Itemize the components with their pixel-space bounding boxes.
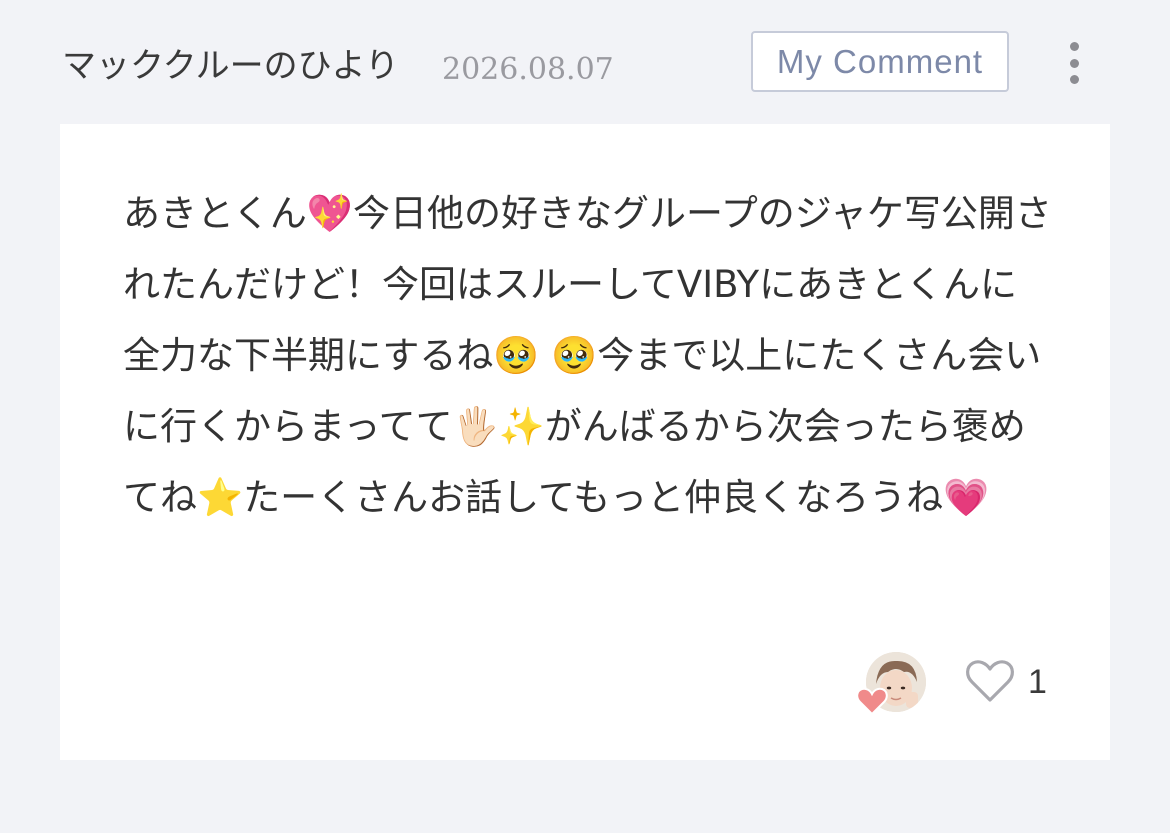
more-dot-icon (1069, 42, 1079, 51)
username[interactable]: マッククルーのひより (62, 42, 399, 90)
post-date: 2026.08.07 (442, 52, 614, 87)
more-dot-icon (1069, 75, 1079, 84)
comment-footer: 1 (60, 644, 1110, 734)
comment-text: あきとくん💖今日他の好きなグループのジャケ写公開されたんだけど！今回はスルーして… (123, 192, 1052, 519)
my-comment-badge: My Comment (751, 31, 1009, 92)
comment-card: あきとくん💖今日他の好きなグループのジャケ写公開されたんだけど！今回はスルーして… (60, 124, 1110, 760)
comment-header: マッククルーのひより 2026.08.07 My Comment (0, 0, 1170, 124)
more-options-button[interactable] (1056, 38, 1092, 88)
more-dot-icon (1069, 58, 1079, 68)
heart-icon (856, 687, 888, 716)
heart-outline-icon[interactable] (964, 658, 1016, 704)
like-count: 1 (1028, 663, 1047, 701)
